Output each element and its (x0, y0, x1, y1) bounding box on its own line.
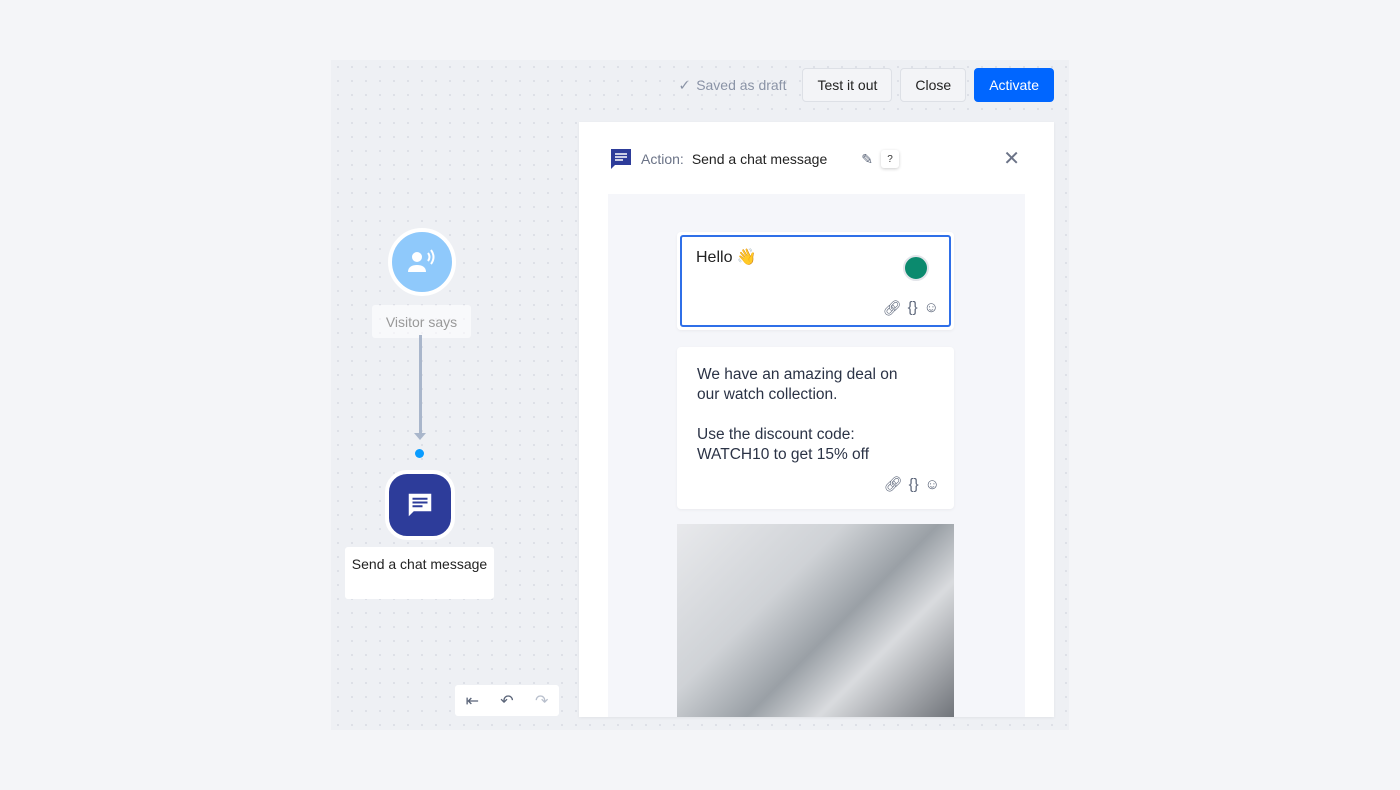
send-chat-message-node[interactable] (385, 470, 455, 540)
variable-braces-icon[interactable]: {} (909, 475, 919, 495)
watch-image-attachment[interactable] (677, 524, 954, 717)
connector-arrow (414, 433, 426, 440)
visitor-says-node[interactable] (388, 228, 456, 296)
action-panel: Action: Send a chat message ✎ ? ✕ Hello … (579, 122, 1054, 717)
link-icon[interactable]: 🔗︎ (884, 475, 903, 495)
activate-button[interactable]: Activate (974, 68, 1054, 102)
connector-handle[interactable] (415, 449, 424, 458)
chat-message-icon (408, 493, 432, 517)
help-button[interactable]: ? (881, 150, 899, 168)
check-icon: ✓ (678, 76, 691, 93)
reset-icon[interactable]: ⇤ (466, 691, 479, 711)
connector-line (419, 335, 422, 435)
undo-icon[interactable]: ↶ (500, 691, 513, 711)
emoji-icon[interactable]: ☺ (924, 299, 939, 317)
grammarly-icon[interactable] (903, 255, 929, 281)
visitor-says-label[interactable]: Visitor says (372, 305, 471, 338)
close-button[interactable]: Close (900, 68, 967, 102)
test-it-out-button[interactable]: Test it out (802, 68, 893, 102)
message-input[interactable]: Hello 👋 🔗︎{} ☺ (680, 235, 951, 327)
history-toolbar: ⇤ ↶ ↷ (455, 685, 559, 716)
topbar: ✓ Saved as draft Test it out Close Activa… (678, 68, 1054, 102)
link-icon[interactable]: 🔗︎ (883, 299, 902, 317)
message-card[interactable]: Hello 👋 🔗︎{} ☺ (677, 232, 954, 330)
send-chat-message-label[interactable]: Send a chat message (345, 547, 494, 599)
visitor-speaking-icon (408, 249, 435, 272)
message-card[interactable]: We have an amazing deal on our watch col… (677, 347, 954, 509)
panel-header: Action: Send a chat message ✎ ? (609, 147, 899, 171)
save-status: ✓ Saved as draft (678, 76, 787, 94)
close-panel-icon[interactable]: ✕ (1003, 146, 1020, 171)
edit-pencil-icon[interactable]: ✎ (861, 151, 873, 168)
redo-icon[interactable]: ↷ (535, 691, 548, 711)
panel-title: Send a chat message (691, 151, 828, 167)
chat-message-icon (611, 149, 631, 169)
variable-braces-icon[interactable]: {} (908, 299, 918, 317)
emoji-icon[interactable]: ☺ (925, 475, 940, 495)
message-list: Hello 👋 🔗︎{} ☺ We have an amazing deal on… (608, 194, 1025, 717)
